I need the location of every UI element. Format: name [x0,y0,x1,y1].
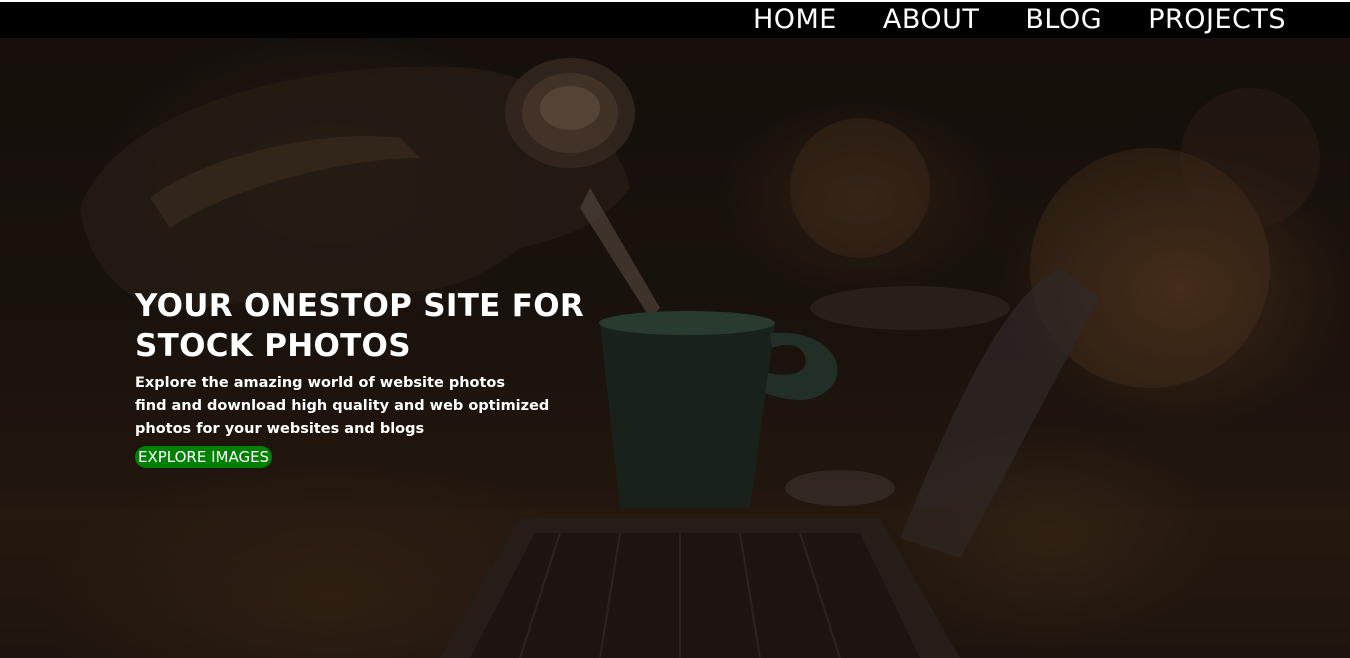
page: HOME ABOUT BLOG PROJECTS YOUR ONESTOP SI… [0,0,1350,658]
top-navbar: HOME ABOUT BLOG PROJECTS [0,2,1350,38]
nav-item-about: ABOUT [883,2,980,38]
nav-item-blog: BLOG [1025,2,1102,38]
nav-link-projects[interactable]: PROJECTS [1148,4,1286,35]
nav-link-blog[interactable]: BLOG [1025,4,1102,35]
hero-title: YOUR ONESTOP SITE FOR STOCK PHOTOS [135,286,655,366]
hero-title-line-2: STOCK PHOTOS [135,328,411,364]
hero-title-line-1: YOUR ONESTOP SITE FOR [135,288,585,324]
hero-content: YOUR ONESTOP SITE FOR STOCK PHOTOS Explo… [135,286,655,468]
hero-description-line-1: Explore the amazing world of website pho… [135,375,506,391]
nav-link-home[interactable]: HOME [753,4,837,35]
nav-item-projects: PROJECTS [1148,2,1286,38]
explore-images-button[interactable]: EXPLORE IMAGES [135,446,273,468]
nav-list: HOME ABOUT BLOG PROJECTS [753,2,1286,38]
hero-description-line-2: find and download high quality and web o… [135,398,550,414]
nav-link-about[interactable]: ABOUT [883,4,980,35]
hero-description-line-3: photos for your websites and blogs [135,421,425,437]
hero-description: Explore the amazing world of website pho… [135,372,655,441]
nav-item-home: HOME [753,2,837,38]
